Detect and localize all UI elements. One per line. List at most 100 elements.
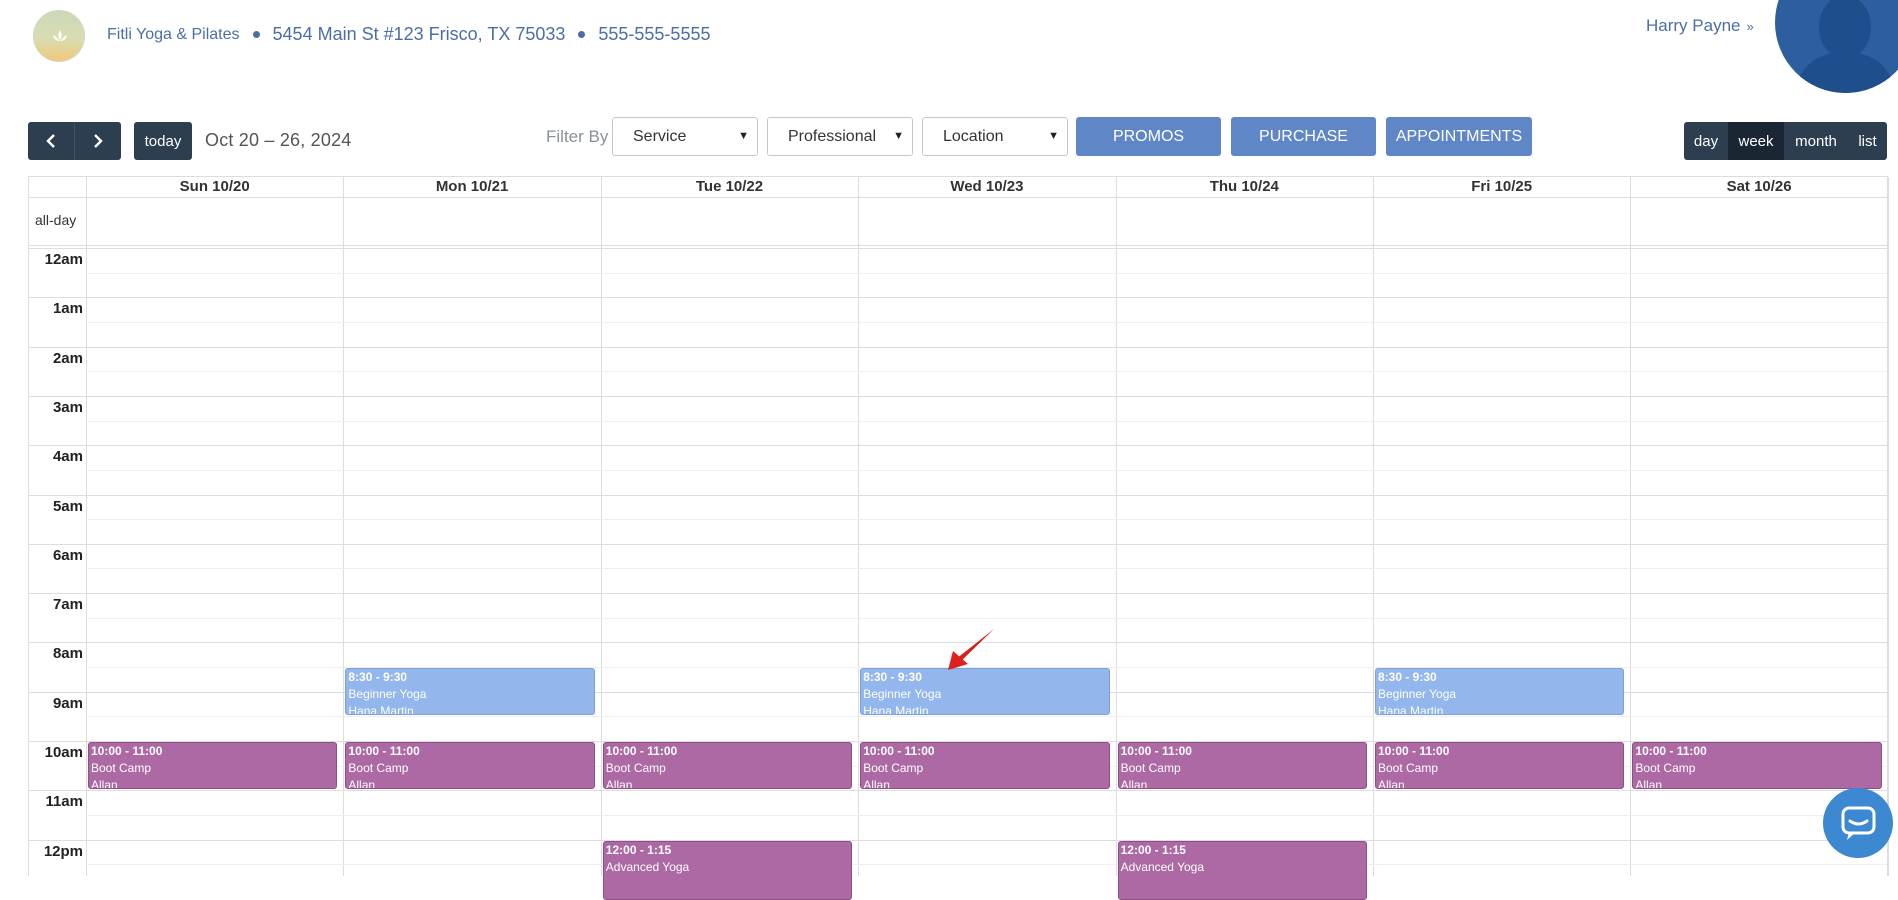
calendar-event[interactable]: 10:00 - 11:00 Boot Camp Allan bbox=[602, 742, 853, 790]
business-logo bbox=[33, 10, 85, 62]
event-instructor: Allan bbox=[863, 778, 890, 790]
hour-label: 8am bbox=[52, 645, 83, 663]
hour-label: 5am bbox=[52, 497, 83, 515]
view-month-button[interactable]: month bbox=[1784, 122, 1848, 160]
calendar-event[interactable]: 10:00 - 11:00 Boot Camp Allan bbox=[345, 742, 595, 790]
event-time: 10:00 - 11:00 bbox=[863, 744, 935, 758]
event-instructor: Hana Martin bbox=[863, 704, 929, 716]
event-title: Beginner Yoga bbox=[1378, 687, 1457, 702]
calendar-event[interactable]: 10:00 - 11:00 Boot Camp Allan bbox=[1632, 742, 1882, 790]
calendar-event[interactable]: 10:00 - 11:00 Boot Camp Allan bbox=[1375, 742, 1625, 790]
calendar-event[interactable]: 10:00 - 11:00 Boot Camp Allan bbox=[88, 742, 338, 790]
hour-line bbox=[29, 494, 1887, 496]
business-address[interactable]: 5454 Main St #123 Frisco, TX 75033 bbox=[273, 24, 566, 45]
event-time: 12:00 - 1:15 bbox=[605, 842, 672, 857]
hour-label: 2am bbox=[52, 349, 83, 367]
day-header[interactable]: Mon 10/21 bbox=[343, 177, 600, 197]
hour-line bbox=[29, 593, 1887, 595]
separator-dot bbox=[252, 31, 260, 38]
location-select[interactable]: Location ▼ bbox=[922, 117, 1068, 156]
business-name[interactable]: Fitli Yoga & Pilates bbox=[107, 26, 240, 44]
chat-widget-button[interactable] bbox=[1823, 788, 1893, 858]
event-instructor: Allan bbox=[91, 778, 118, 790]
view-week-button[interactable]: week bbox=[1728, 122, 1784, 160]
day-header[interactable]: Wed 10/23 bbox=[858, 177, 1115, 197]
hour-line bbox=[29, 297, 1887, 299]
red-arrow-icon bbox=[948, 629, 994, 670]
day-header[interactable]: Fri 10/25 bbox=[1373, 177, 1630, 197]
user-name: Harry Payne bbox=[1646, 16, 1741, 35]
hour-label: 12am bbox=[44, 251, 83, 268]
promos-button[interactable]: PROMOS bbox=[1076, 117, 1221, 156]
hour-label: 10am bbox=[44, 744, 83, 761]
event-title: Boot Camp bbox=[1378, 761, 1439, 775]
event-instructor: Hana Martin bbox=[1378, 704, 1444, 716]
day-header[interactable]: Thu 10/24 bbox=[1116, 177, 1373, 197]
professional-select[interactable]: Professional ▼ bbox=[767, 117, 913, 156]
date-range: Oct 20 – 26, 2024 bbox=[205, 130, 352, 150]
user-menu[interactable]: Harry Payne » bbox=[1646, 16, 1754, 36]
day-header[interactable]: Tue 10/22 bbox=[601, 177, 858, 197]
event-title: Boot Camp bbox=[863, 761, 924, 775]
day-column-divider bbox=[858, 177, 860, 876]
half-hour-line bbox=[86, 814, 1887, 816]
event-title: Boot Camp bbox=[348, 761, 409, 775]
event-instructor: Allan bbox=[348, 778, 376, 790]
next-button[interactable] bbox=[74, 122, 121, 160]
view-day-button[interactable]: day bbox=[1684, 122, 1728, 160]
half-hour-line bbox=[86, 568, 1887, 570]
hour-label: 9am bbox=[52, 694, 83, 712]
half-hour-line bbox=[86, 321, 1887, 323]
appointments-button[interactable]: APPOINTMENTS bbox=[1386, 117, 1532, 156]
day-column-divider bbox=[86, 177, 87, 876]
chevron-down-icon: ▼ bbox=[1048, 130, 1059, 142]
hour-line bbox=[29, 248, 1887, 249]
view-switcher: day week month list bbox=[1684, 122, 1887, 160]
event-instructor: Allan bbox=[605, 778, 633, 790]
row-divider bbox=[29, 197, 1887, 198]
day-column-divider bbox=[1887, 177, 1889, 876]
calendar-event[interactable]: 12:00 - 1:15 Advanced Yoga bbox=[1117, 840, 1367, 900]
hour-label: 4am bbox=[52, 448, 83, 466]
hour-line bbox=[29, 790, 1887, 792]
calendar-event[interactable]: 8:30 - 9:30 Beginner Yoga Hana Martin bbox=[345, 668, 595, 716]
service-select[interactable]: Service ▼ bbox=[612, 117, 758, 156]
chat-bubble-icon bbox=[1841, 806, 1876, 840]
day-header[interactable]: Sun 10/20 bbox=[86, 177, 343, 197]
lotus-icon bbox=[53, 30, 67, 41]
hour-label: 12pm bbox=[43, 842, 83, 860]
business-phone[interactable]: 555-555-5555 bbox=[598, 24, 710, 45]
day-column-divider bbox=[1115, 177, 1117, 876]
day-column-divider bbox=[1630, 177, 1632, 876]
hour-label: 7am bbox=[52, 596, 83, 614]
hour-line bbox=[29, 839, 1887, 841]
avatar[interactable] bbox=[1775, 0, 1898, 93]
calendar-event[interactable]: 8:30 - 9:30 Beginner Yoga Hana Martin bbox=[1375, 668, 1625, 716]
hour-label: 6am bbox=[52, 546, 83, 564]
today-button[interactable]: today bbox=[134, 122, 192, 160]
hour-label: 11am bbox=[45, 793, 83, 811]
row-divider bbox=[29, 245, 1887, 246]
hour-label: 1am bbox=[52, 300, 83, 318]
view-list-button[interactable]: list bbox=[1848, 122, 1887, 160]
day-column-divider bbox=[600, 177, 602, 876]
event-title: Boot Camp bbox=[1635, 761, 1696, 775]
event-time: 10:00 - 11:00 bbox=[1378, 744, 1450, 758]
chevron-down-icon: ▼ bbox=[893, 130, 904, 142]
chevron-left-icon bbox=[46, 134, 55, 148]
day-header[interactable]: Sat 10/26 bbox=[1630, 177, 1887, 197]
week-calendar: all-day Sun 10/20 Mon 10/21 Tue 10/22 Wed 1… bbox=[28, 176, 1889, 900]
half-hour-line bbox=[86, 371, 1887, 373]
calendar-event[interactable]: 10:00 - 11:00 Boot Camp Allan bbox=[1117, 742, 1367, 790]
event-title: Beginner Yoga bbox=[348, 687, 427, 702]
event-title: Boot Camp bbox=[1120, 761, 1181, 775]
event-time: 8:30 - 9:30 bbox=[348, 670, 408, 685]
chevron-down-icon: » bbox=[1746, 19, 1754, 34]
calendar-event[interactable]: 12:00 - 1:15 Advanced Yoga bbox=[602, 840, 853, 900]
day-column-divider bbox=[1373, 177, 1374, 876]
prev-button[interactable] bbox=[28, 122, 74, 160]
calendar-event[interactable]: 10:00 - 11:00 Boot Camp Allan bbox=[860, 742, 1110, 790]
event-time: 10:00 - 11:00 bbox=[1120, 744, 1192, 758]
chevron-down-icon: ▼ bbox=[738, 130, 749, 142]
purchase-button[interactable]: PURCHASE bbox=[1231, 117, 1376, 156]
